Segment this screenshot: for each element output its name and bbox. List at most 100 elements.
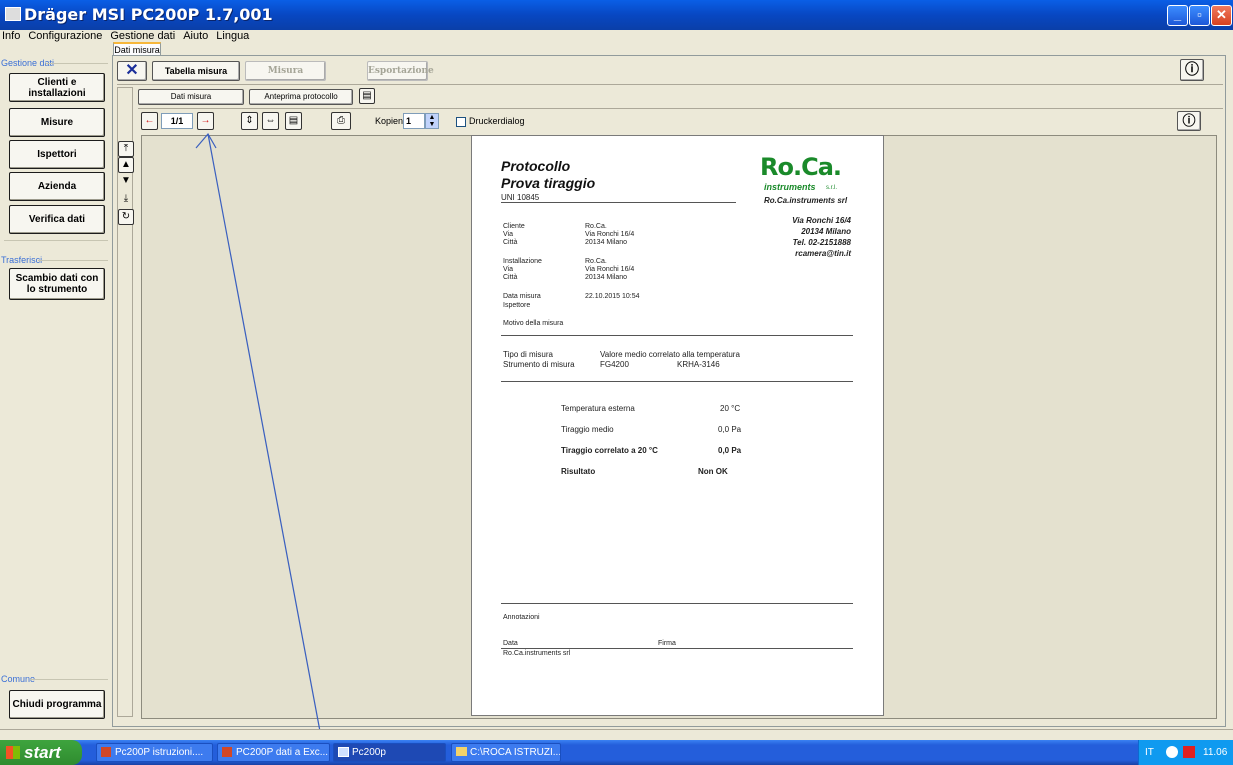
page-indicator: 1/1 (161, 113, 193, 129)
close-icon[interactable]: ✕ (1211, 5, 1232, 26)
group-trasferisci-label: Trasferisci (1, 255, 43, 265)
tab-dati-misura[interactable]: Dati misura (113, 42, 161, 55)
last-page-icon[interactable]: ⤓ (118, 193, 134, 204)
footer-data: Data (503, 640, 518, 647)
installazione-value: Ro.Ca. (585, 258, 607, 265)
doc-addr2: 20134 Milano (801, 227, 851, 236)
full-page-icon[interactable]: ▤ (285, 112, 302, 130)
divider (501, 335, 853, 336)
doc-tel: Tel. 02-2151888 (792, 238, 851, 247)
tiraggio-label: Tiraggio medio (561, 425, 614, 434)
druckerdialog-label: Druckerdialog (469, 116, 525, 126)
ispettore-label: Ispettore (503, 302, 531, 309)
tabella-misura-button[interactable]: Tabella misura (152, 61, 240, 81)
sidebar: Gestione dati Clienti e installazioni Mi… (0, 42, 112, 732)
divider (117, 84, 1223, 85)
menu-bar: Info Configurazione Gestione dati Aiuto Ling… (0, 30, 1233, 42)
powerpoint-icon (222, 747, 232, 757)
kopien-spinner-icon[interactable]: ▲ ▼ (425, 113, 439, 129)
verifica-dati-button[interactable]: Verifica dati (9, 205, 105, 234)
info-icon-2[interactable]: ⓘ (1177, 111, 1201, 131)
menu-lingua[interactable]: Lingua (216, 30, 249, 42)
divider (501, 648, 853, 649)
chiudi-programma-button[interactable]: Chiudi programma (9, 690, 105, 719)
corr-label: Tiraggio correlato a 20 °C (561, 446, 658, 455)
tab-anteprima-protocollo[interactable]: Anteprima protocollo (249, 89, 353, 105)
menu-configurazione[interactable]: Configurazione (28, 30, 102, 42)
doc-company: Ro.Ca.instruments srl (764, 196, 848, 205)
logo-srl: s.r.l. (826, 185, 838, 191)
citta-value: 20134 Milano (585, 239, 628, 246)
annotazioni-label: Annotazioni (503, 614, 540, 621)
menu-gestione-dati[interactable]: Gestione dati (110, 30, 175, 42)
powerpoint-icon (101, 747, 111, 757)
cliente-value: Ro.Ca. (585, 223, 607, 230)
network-icon[interactable] (1166, 746, 1178, 758)
menu-info[interactable]: Info (2, 30, 20, 42)
divider (501, 603, 853, 604)
first-page-icon[interactable]: ⤒ (118, 141, 134, 157)
kopien-label: Kopien (375, 116, 404, 126)
task-item-pc200p[interactable]: Pc200p (333, 743, 446, 762)
windows-logo-icon (6, 746, 20, 759)
esportazione-button[interactable]: Esportazione (367, 61, 434, 81)
data-misura-value: 22.10.2015 10:54 (585, 293, 640, 300)
clock: 11.06 (1203, 747, 1228, 758)
task-item-excel[interactable]: PC200P dati a Exc... (217, 743, 330, 762)
close-x-icon[interactable]: ✕ (117, 61, 147, 81)
system-tray: IT 11.06 (1138, 740, 1233, 765)
restore-icon[interactable]: ▫ (1189, 5, 1210, 26)
window-title: Dräger MSI PC200P 1.7,001 (24, 5, 273, 24)
fit-width-icon[interactable]: ⇔ (262, 112, 279, 130)
risultato-value: Non OK (698, 467, 728, 476)
language-indicator[interactable]: IT (1145, 740, 1154, 765)
print-icon[interactable]: ⎙ (331, 112, 351, 130)
installazione-label: Installazione (503, 258, 542, 265)
export-pdf-icon[interactable]: ▤ (359, 88, 375, 104)
druckerdialog-checkbox[interactable] (456, 117, 466, 127)
task-item-istruzioni[interactable]: Pc200P istruzioni.... (96, 743, 213, 762)
minimize-icon[interactable]: _ (1167, 5, 1188, 26)
scroll-down-icon[interactable]: ▼ (118, 175, 134, 186)
clienti-button[interactable]: Clienti e installazioni (9, 73, 105, 102)
prev-page-icon[interactable]: ← (141, 112, 158, 130)
azienda-button[interactable]: Azienda (9, 172, 105, 201)
divider (138, 108, 1223, 109)
tab-dati-misura-sub[interactable]: Dati misura (138, 89, 244, 105)
divider (501, 381, 853, 382)
title-bar: Dräger MSI PC200P 1.7,001 _ ▫ ✕ (0, 0, 1233, 30)
menu-aiuto[interactable]: Aiuto (183, 30, 208, 42)
fit-height-icon[interactable]: ⇕ (241, 112, 258, 130)
status-bar (0, 729, 1233, 740)
risultato-label: Risultato (561, 467, 596, 476)
doc-title-1: Protocollo (501, 158, 571, 174)
refresh-icon[interactable]: ↻ (118, 209, 134, 225)
security-icon[interactable] (1183, 746, 1195, 758)
protocol-page: Protocollo Prova tiraggio UNI 10845 Ro.C… (471, 135, 884, 716)
misura-button[interactable]: Misura (245, 61, 326, 81)
scroll-up-icon[interactable]: ▲ (118, 157, 134, 173)
scambio-dati-button[interactable]: Scambio dati con lo strumento (9, 268, 105, 300)
cliente-label: Cliente (503, 223, 525, 230)
doc-title-2: Prova tiraggio (501, 175, 596, 191)
strumento-serial: KRHA-3146 (677, 360, 720, 369)
divider (30, 679, 108, 680)
folder-icon (456, 747, 467, 756)
tipo-value: Valore medio correlato alla temperatura (600, 350, 740, 359)
ispettori-button[interactable]: Ispettori (9, 140, 105, 169)
misure-button[interactable]: Misure (9, 108, 105, 137)
task-item-folder[interactable]: C:\ROCA ISTRUZI... (451, 743, 561, 762)
kopien-input[interactable]: 1 (403, 113, 425, 129)
citta2-value: 20134 Milano (585, 274, 628, 281)
corr-value: 0,0 Pa (718, 446, 742, 455)
strumento-label: Strumento di misura (503, 360, 575, 369)
info-icon[interactable]: ⓘ (1180, 59, 1204, 81)
app-icon (5, 7, 21, 21)
data-misura-label: Data misura (503, 293, 541, 300)
doc-norm: UNI 10845 (501, 193, 540, 202)
divider (501, 202, 736, 203)
next-page-icon[interactable]: → (197, 112, 214, 130)
tipo-label: Tipo di misura (503, 350, 553, 359)
divider (38, 260, 108, 261)
logo-text: Ro.Ca. (760, 153, 842, 181)
